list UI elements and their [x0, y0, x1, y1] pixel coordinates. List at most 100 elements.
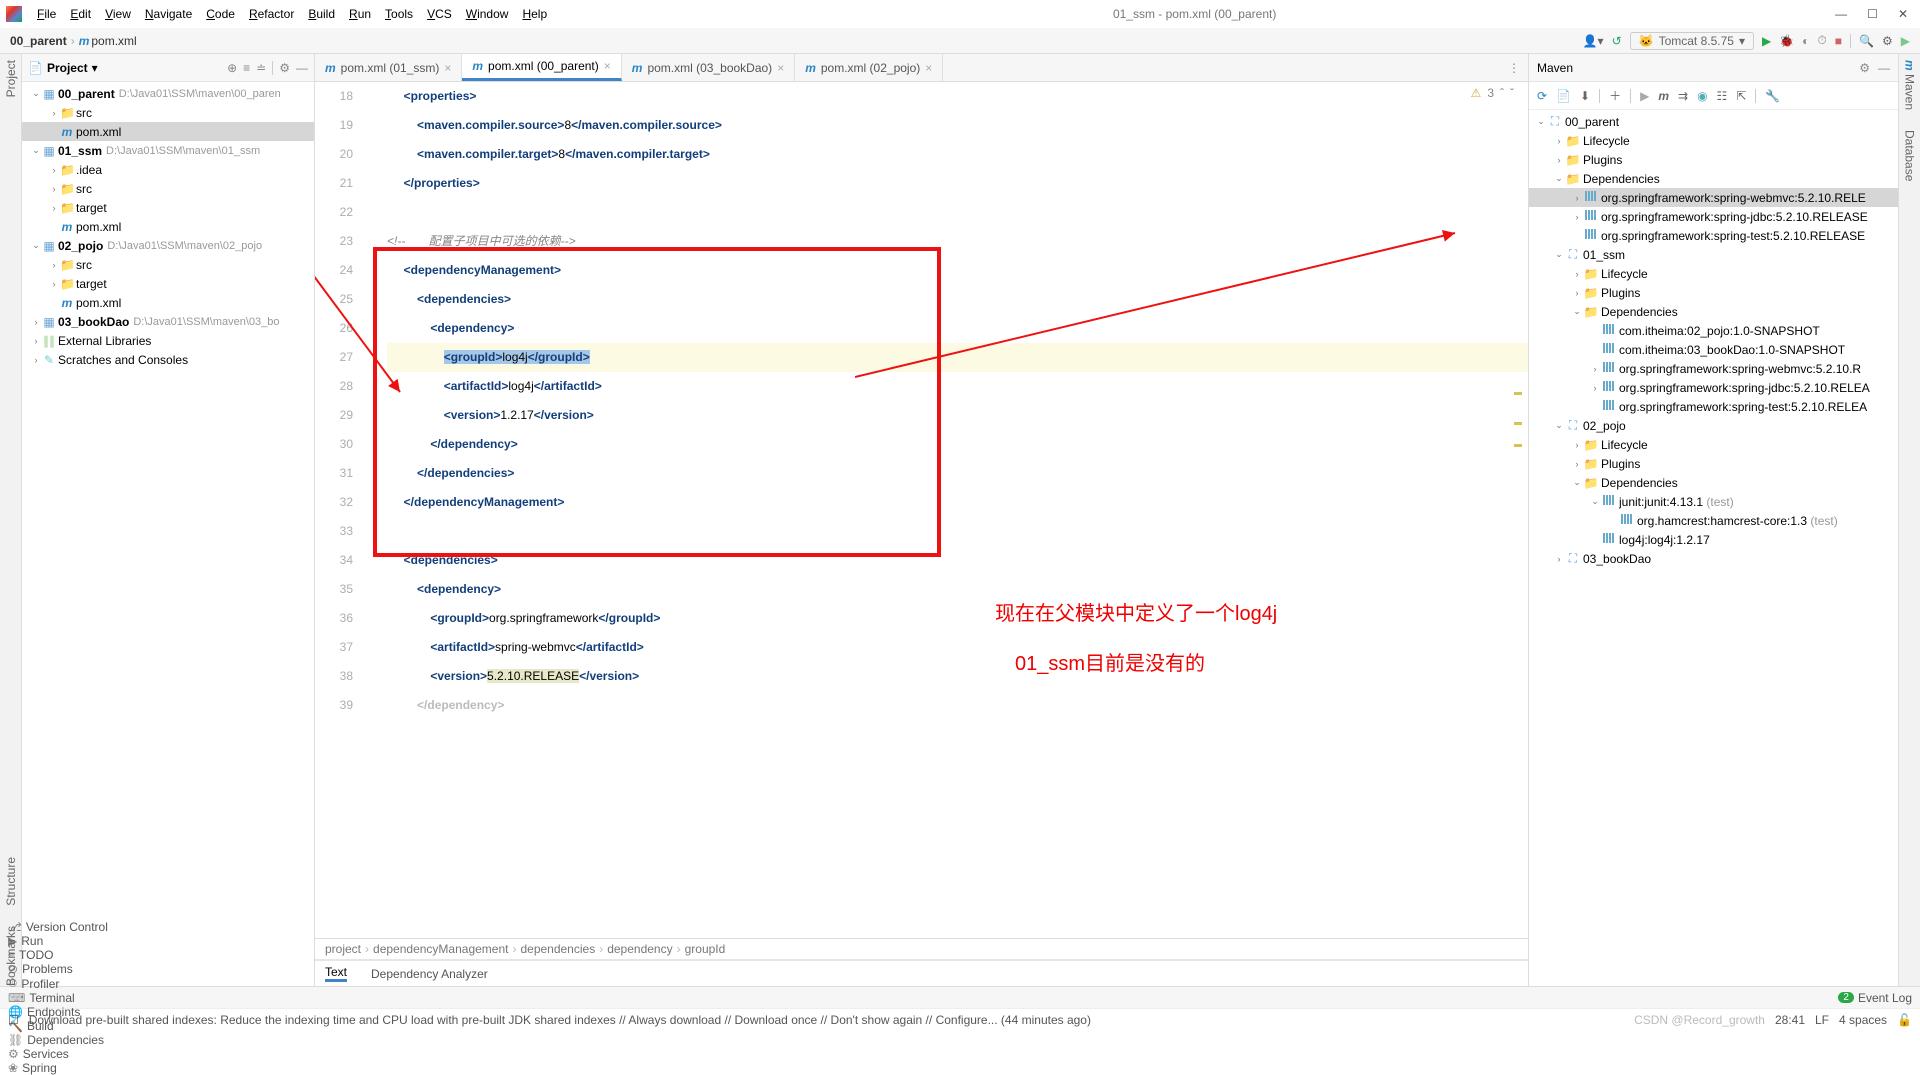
maven-tree-item[interactable]: ⌄⛶01_ssm — [1529, 245, 1898, 264]
menu-build[interactable]: Build — [301, 7, 342, 21]
status-message[interactable]: Download pre-built shared indexes: Reduc… — [29, 1013, 1624, 1027]
wrench-icon[interactable]: 🔧 — [1765, 89, 1780, 103]
project-tree-item[interactable]: mpom.xml — [22, 122, 314, 141]
status-icon[interactable]: ☐ — [8, 1013, 19, 1027]
editor-tab[interactable]: mpom.xml (02_pojo)× — [795, 54, 943, 81]
settings-icon[interactable]: ⚙ — [279, 61, 290, 75]
run-icon[interactable]: ▶ — [1762, 34, 1771, 48]
maven-tree-item[interactable]: ›📁Lifecycle — [1529, 435, 1898, 454]
project-tree-item[interactable]: ›▦03_bookDaoD:\Java01\SSM\maven\03_bo — [22, 312, 314, 331]
line-sep[interactable]: LF — [1815, 1013, 1829, 1027]
maven-tree-item[interactable]: ⌄junit:junit:4.13.1 (test) — [1529, 492, 1898, 511]
settings-icon[interactable]: ⚙ — [1882, 34, 1893, 48]
more-icon[interactable]: ▶ — [1901, 34, 1910, 48]
maven-tree-item[interactable]: log4j:log4j:1.2.17 — [1529, 530, 1898, 549]
close-tab-icon[interactable]: × — [777, 61, 784, 75]
maven-tree-item[interactable]: ›📁Plugins — [1529, 283, 1898, 302]
bottom-tool-todo[interactable]: ≡ TODO — [8, 948, 108, 962]
maven-tree-item[interactable]: org.hamcrest:hamcrest-core:1.3 (test) — [1529, 511, 1898, 530]
maven-tree-item[interactable]: com.itheima:03_bookDao:1.0-SNAPSHOT — [1529, 340, 1898, 359]
profile-icon[interactable]: ⏱ — [1817, 33, 1826, 48]
maven-tree-item[interactable]: ›org.springframework:spring-webmvc:5.2.1… — [1529, 188, 1898, 207]
maven-tree-item[interactable]: ⌄📁Dependencies — [1529, 169, 1898, 188]
project-tree-item[interactable]: ›∥∥External Libraries — [22, 331, 314, 350]
bottom-tool-problems[interactable]: ⊘ Problems — [8, 962, 108, 976]
run-config-selector[interactable]: 🐱Tomcat 8.5.75▾ — [1630, 32, 1754, 50]
project-tree-item[interactable]: ›📁src — [22, 179, 314, 198]
editor-tab[interactable]: mpom.xml (01_ssm)× — [315, 54, 462, 81]
code-area[interactable]: <properties> <maven.compiler.source>8</m… — [377, 82, 1528, 938]
maven-tree-item[interactable]: ›📁Plugins — [1529, 150, 1898, 169]
editor-tab[interactable]: mpom.xml (03_bookDao)× — [622, 54, 795, 81]
project-tree-item[interactable]: mpom.xml — [22, 293, 314, 312]
breadcrumb-file[interactable]: pom.xml — [91, 34, 136, 48]
editor-crumb[interactable]: dependencies — [520, 942, 595, 956]
build-icon[interactable]: ↺ — [1612, 34, 1622, 48]
inspection-widget[interactable]: ⚠3 ˆ ˇ — [1471, 86, 1514, 100]
maven-tree-item[interactable]: ›⛶03_bookDao — [1529, 549, 1898, 568]
menu-refactor[interactable]: Refactor — [242, 7, 301, 21]
editor-crumb[interactable]: project — [325, 942, 361, 956]
download-icon[interactable]: ⬇ — [1580, 89, 1590, 103]
menu-run[interactable]: Run — [342, 7, 378, 21]
tabs-more-icon[interactable]: ⋮ — [1500, 54, 1528, 81]
editor-crumb[interactable]: groupId — [685, 942, 726, 956]
tool-bookmarks[interactable]: Bookmarks — [4, 926, 18, 986]
close-tab-icon[interactable]: × — [604, 59, 611, 73]
menu-code[interactable]: Code — [199, 7, 242, 21]
menu-vcs[interactable]: VCS — [420, 7, 459, 21]
menu-view[interactable]: View — [98, 7, 138, 21]
collapse-icon[interactable]: ≐ — [256, 61, 266, 75]
tool-structure[interactable]: Structure — [4, 857, 18, 906]
maven-tree-item[interactable]: ⌄⛶00_parent — [1529, 112, 1898, 131]
tool-project[interactable]: Project — [4, 60, 18, 97]
error-stripe[interactable] — [1514, 112, 1524, 712]
menu-help[interactable]: Help — [515, 7, 554, 21]
subtab-text[interactable]: Text — [325, 965, 347, 982]
user-icon[interactable]: 👤▾ — [1583, 34, 1604, 48]
reload-icon[interactable]: ⟳ — [1537, 89, 1547, 103]
project-tree[interactable]: ⌄▦00_parentD:\Java01\SSM\maven\00_paren›… — [22, 82, 314, 986]
indent[interactable]: 4 spaces — [1839, 1013, 1887, 1027]
maven-tree-item[interactable]: com.itheima:02_pojo:1.0-SNAPSHOT — [1529, 321, 1898, 340]
debug-icon[interactable]: 🐞 — [1779, 34, 1794, 48]
maven-tree-item[interactable]: org.springframework:spring-test:5.2.10.R… — [1529, 226, 1898, 245]
bottom-tool-services[interactable]: ⚙ Services — [8, 1047, 108, 1061]
show-deps-icon[interactable]: ☷ — [1717, 89, 1728, 103]
maven-tree-item[interactable]: ›📁Lifecycle — [1529, 264, 1898, 283]
add-icon[interactable]: ＋ — [1609, 87, 1621, 104]
skip-tests-icon[interactable]: ⇉ — [1678, 89, 1688, 103]
subtab-dep-analyzer[interactable]: Dependency Analyzer — [371, 967, 488, 981]
tool-database[interactable]: Database — [1903, 130, 1917, 181]
project-tree-item[interactable]: ⌄▦00_parentD:\Java01\SSM\maven\00_paren — [22, 84, 314, 103]
maven-tree-item[interactable]: ⌄📁Dependencies — [1529, 473, 1898, 492]
m-icon[interactable]: m — [1658, 89, 1669, 103]
maven-tree-item[interactable]: ›📁Plugins — [1529, 454, 1898, 473]
project-tree-item[interactable]: ⌄▦01_ssmD:\Java01\SSM\maven\01_ssm — [22, 141, 314, 160]
maven-tree-item[interactable]: org.springframework:spring-test:5.2.10.R… — [1529, 397, 1898, 416]
generate-icon[interactable]: 📄 — [1556, 89, 1571, 103]
bottom-tool-dependencies[interactable]: ⛓ Dependencies — [8, 1033, 108, 1047]
project-tree-item[interactable]: ›📁target — [22, 274, 314, 293]
bottom-tool-version-control[interactable]: ⎇ Version Control — [8, 920, 108, 934]
run-icon[interactable]: ▶ — [1640, 89, 1649, 103]
menu-file[interactable]: File — [30, 7, 63, 21]
close-icon[interactable]: ✕ — [1898, 7, 1908, 21]
editor-crumb[interactable]: dependencyManagement — [373, 942, 508, 956]
prev-highlight-icon[interactable]: ˆ — [1500, 86, 1504, 100]
project-panel-title[interactable]: 📄 Project ▾ — [28, 61, 98, 75]
menu-edit[interactable]: Edit — [63, 7, 98, 21]
caret-pos[interactable]: 28:41 — [1775, 1013, 1805, 1027]
bottom-tool-profiler[interactable]: ⏱ Profiler — [8, 976, 108, 991]
editor-tab[interactable]: mpom.xml (00_parent)× — [462, 54, 621, 81]
close-tab-icon[interactable]: × — [925, 61, 932, 75]
collapse-all-icon[interactable]: ⇱ — [1736, 89, 1746, 103]
coverage-icon[interactable]: ◐ — [1802, 34, 1809, 48]
bottom-tool-terminal[interactable]: ⌨ Terminal — [8, 991, 108, 1005]
minimize-icon[interactable]: — — [1835, 7, 1847, 21]
settings-icon[interactable]: ⚙ — [1859, 61, 1870, 75]
menu-tools[interactable]: Tools — [378, 7, 420, 21]
project-tree-item[interactable]: ›📁src — [22, 103, 314, 122]
maven-tree-item[interactable]: ⌄⛶02_pojo — [1529, 416, 1898, 435]
event-log[interactable]: 2Event Log — [1838, 991, 1912, 1005]
